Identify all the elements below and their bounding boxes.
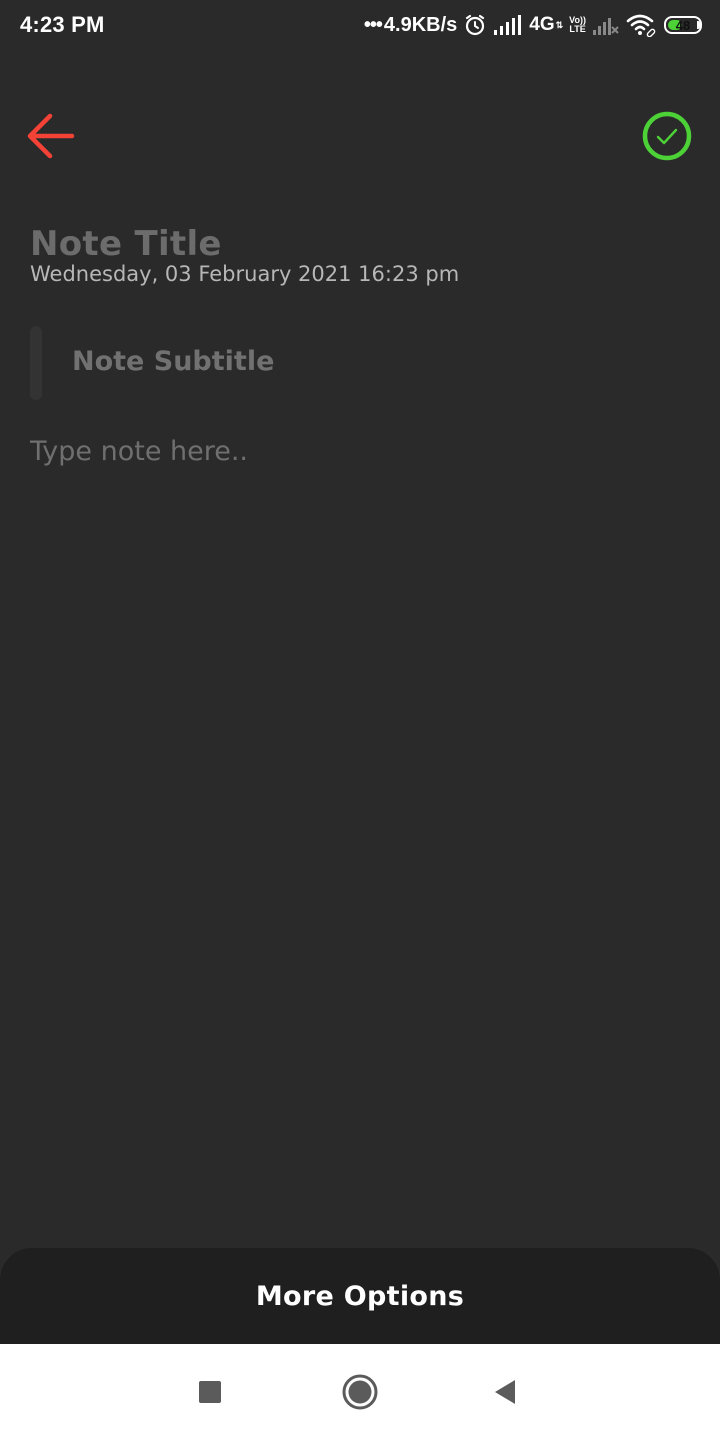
more-options-label: More Options	[255, 1280, 465, 1312]
recent-apps-button[interactable]	[186, 1368, 234, 1416]
back-icon	[495, 1380, 515, 1404]
home-button[interactable]	[336, 1368, 384, 1416]
note-editor-screen: 4:23 PM ••• 4.9KB/s 4G ⇅ Vo)) LTE 48 Not…	[0, 0, 720, 1440]
nav-back-button[interactable]	[482, 1368, 530, 1416]
arrow-left-icon	[27, 113, 75, 159]
wifi-icon	[626, 13, 658, 37]
note-body-input[interactable]: Type note here..	[30, 436, 248, 467]
network-type: 4G ⇅	[529, 14, 563, 36]
note-subtitle-input[interactable]: Note Subtitle	[72, 346, 274, 377]
save-note-button[interactable]	[640, 109, 694, 163]
home-icon	[342, 1374, 378, 1410]
check-circle-icon	[642, 111, 692, 161]
system-navigation-bar	[0, 1344, 720, 1440]
status-time: 4:23 PM	[20, 12, 105, 37]
battery-level: 48	[675, 17, 691, 33]
battery-body: 48	[664, 16, 702, 34]
alarm-icon	[463, 13, 487, 37]
more-options-sheet[interactable]: More Options	[0, 1248, 720, 1344]
signal-icon	[493, 14, 523, 36]
recent-apps-icon	[199, 1381, 221, 1403]
network-speed: ••• 4.9KB/s	[364, 14, 457, 37]
subtitle-indicator	[30, 326, 42, 400]
status-icons: ••• 4.9KB/s 4G ⇅ Vo)) LTE 48	[364, 10, 702, 40]
volte-icon: Vo)) LTE	[569, 16, 586, 34]
more-notifications-indicator: •••	[363, 13, 383, 36]
network-speed-value: 4.9KB/s	[383, 13, 458, 36]
back-button[interactable]	[22, 108, 78, 164]
signal-disabled-icon	[592, 14, 620, 36]
note-date: Wednesday, 03 February 2021 16:23 pm	[30, 262, 460, 286]
battery-icon: 48	[664, 16, 702, 34]
status-bar: 4:23 PM ••• 4.9KB/s 4G ⇅ Vo)) LTE 48	[0, 0, 720, 52]
data-arrows-icon: ⇅	[555, 19, 564, 30]
note-title-input[interactable]: Note Title	[30, 224, 222, 264]
network-type-label: 4G	[529, 14, 555, 35]
volte-bottom-label: LTE	[569, 24, 586, 34]
